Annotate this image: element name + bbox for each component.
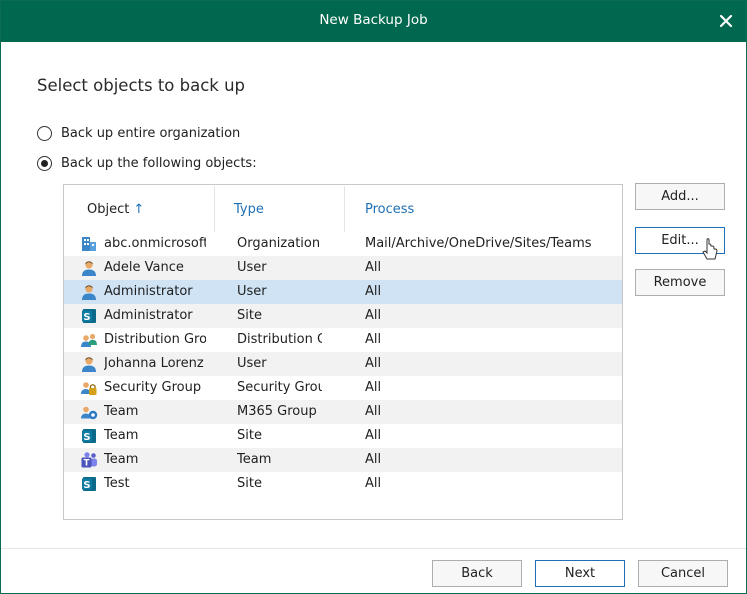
process-cell: All bbox=[365, 260, 382, 275]
objects-grid[interactable]: Object↑ Type Process abc.onmicrosoft.com… bbox=[63, 184, 623, 520]
process-cell: All bbox=[365, 404, 382, 419]
type-cell: Security Group bbox=[237, 380, 322, 395]
title-bar: New Backup Job bbox=[1, 1, 746, 42]
next-button[interactable]: Next bbox=[535, 560, 625, 587]
close-icon bbox=[719, 14, 733, 28]
backup-following-objects-option[interactable]: Back up the following objects: bbox=[37, 156, 257, 171]
grid-rows: abc.onmicrosoft.com Organization Mail/Arch… bbox=[64, 232, 622, 496]
security-group-icon bbox=[81, 382, 97, 395]
object-cell: Johanna Lorenz bbox=[104, 356, 204, 371]
svg-text:S: S bbox=[83, 480, 90, 491]
type-cell: Site bbox=[237, 428, 262, 443]
sharepoint-site-icon: S bbox=[82, 477, 96, 491]
user-icon bbox=[82, 261, 96, 276]
column-header-type[interactable]: Type bbox=[234, 202, 264, 217]
table-row[interactable]: S Team Site All bbox=[64, 424, 622, 448]
process-cell: All bbox=[365, 428, 382, 443]
type-cell: M365 Group bbox=[237, 404, 317, 419]
table-row[interactable]: Security Group Security Group All bbox=[64, 376, 622, 400]
object-cell: Test bbox=[104, 476, 130, 491]
table-row[interactable]: T Team Team All bbox=[64, 448, 622, 472]
process-cell: Mail/Archive/OneDrive/Sites/Teams bbox=[365, 236, 592, 251]
column-header-process[interactable]: Process bbox=[365, 202, 414, 217]
page-heading: Select objects to back up bbox=[37, 76, 246, 95]
column-divider bbox=[344, 186, 345, 232]
radio-button-selected[interactable] bbox=[37, 156, 52, 171]
table-row[interactable]: abc.onmicrosoft.com Organization Mail/Arch… bbox=[64, 232, 622, 256]
table-row[interactable]: Administrator User All bbox=[64, 280, 622, 304]
footer-divider bbox=[1, 548, 746, 549]
type-cell: Site bbox=[237, 308, 262, 323]
process-cell: All bbox=[365, 332, 382, 347]
organization-icon bbox=[82, 237, 96, 251]
mouse-pointer-icon bbox=[702, 238, 718, 260]
object-cell: Distribution Group bbox=[104, 332, 206, 347]
svg-text:S: S bbox=[83, 312, 90, 323]
svg-text:T: T bbox=[84, 459, 90, 469]
table-row[interactable]: Johanna Lorenz User All bbox=[64, 352, 622, 376]
column-header-label: Object bbox=[87, 202, 130, 217]
close-button[interactable] bbox=[714, 9, 738, 33]
object-cell: Security Group bbox=[104, 380, 202, 395]
column-header-object[interactable]: Object ↑ bbox=[87, 202, 144, 217]
sort-ascending-icon: ↑ bbox=[133, 202, 145, 217]
add-button[interactable]: Add... bbox=[635, 183, 725, 210]
new-backup-job-dialog: New Backup Job Select objects to back up… bbox=[0, 0, 747, 594]
radio-button[interactable] bbox=[37, 126, 52, 141]
type-cell: Site bbox=[237, 476, 262, 491]
process-cell: All bbox=[365, 452, 382, 467]
object-cell: Administrator bbox=[104, 284, 193, 299]
type-cell: User bbox=[237, 356, 267, 371]
user-icon bbox=[82, 357, 96, 372]
object-cell: abc.onmicrosoft.com bbox=[104, 236, 206, 251]
table-row[interactable]: S Test Site All bbox=[64, 472, 622, 496]
object-cell: Adele Vance bbox=[104, 260, 184, 275]
window-title: New Backup Job bbox=[319, 12, 428, 28]
sharepoint-site-icon: S bbox=[82, 429, 96, 443]
type-cell: Organization bbox=[237, 236, 321, 251]
type-cell: Team bbox=[237, 452, 272, 467]
process-cell: All bbox=[365, 356, 382, 371]
radio-label: Back up the following objects: bbox=[61, 156, 257, 171]
radio-label: Back up entire organization bbox=[61, 126, 241, 141]
group-icon bbox=[81, 333, 97, 347]
object-cell: Team bbox=[104, 404, 139, 419]
table-row[interactable]: Team M365 Group All bbox=[64, 400, 622, 424]
teams-icon: T bbox=[81, 452, 97, 469]
column-divider bbox=[214, 186, 215, 232]
table-row[interactable]: Adele Vance User All bbox=[64, 256, 622, 280]
process-cell: All bbox=[365, 284, 382, 299]
object-cell: Team bbox=[104, 428, 139, 443]
type-cell: User bbox=[237, 284, 267, 299]
process-cell: All bbox=[365, 308, 382, 323]
table-row[interactable]: S Administrator Site All bbox=[64, 304, 622, 328]
remove-button[interactable]: Remove bbox=[635, 269, 725, 296]
process-cell: All bbox=[365, 380, 382, 395]
m365-group-icon bbox=[81, 406, 98, 420]
process-cell: All bbox=[365, 476, 382, 491]
cancel-button[interactable]: Cancel bbox=[638, 560, 728, 587]
object-cell: Administrator bbox=[104, 308, 193, 323]
object-cell: Team bbox=[104, 452, 139, 467]
type-cell: User bbox=[237, 260, 267, 275]
type-cell: Distribution Group bbox=[237, 332, 322, 347]
user-icon bbox=[82, 285, 96, 300]
table-row[interactable]: Distribution Group Distribution Group All bbox=[64, 328, 622, 352]
sharepoint-site-icon: S bbox=[82, 309, 96, 323]
back-button[interactable]: Back bbox=[432, 560, 522, 587]
svg-text:S: S bbox=[83, 432, 90, 443]
backup-entire-organization-option[interactable]: Back up entire organization bbox=[37, 126, 240, 141]
